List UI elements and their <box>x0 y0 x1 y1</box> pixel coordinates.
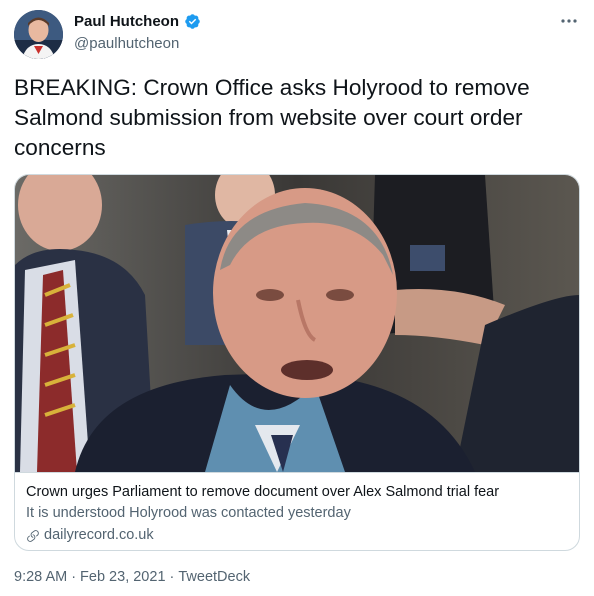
more-options-button[interactable] <box>558 10 580 32</box>
link-card[interactable]: Crown urges Parliament to remove documen… <box>14 174 580 551</box>
card-domain-row: dailyrecord.co.uk <box>26 526 566 545</box>
card-image[interactable] <box>15 175 579 473</box>
tweet: Paul Hutcheon @paulhutcheon BREAKING: Cr… <box>0 0 594 596</box>
separator: · <box>169 569 175 585</box>
news-photo <box>15 175 579 472</box>
tweet-date[interactable]: Feb 23, 2021 <box>80 569 165 585</box>
author-name-row[interactable]: Paul Hutcheon <box>74 13 201 30</box>
card-title[interactable]: Crown urges Parliament to remove documen… <box>26 483 566 502</box>
card-domain[interactable]: dailyrecord.co.uk <box>44 526 154 545</box>
tweet-text: BREAKING: Crown Office asks Holyrood to … <box>14 75 530 160</box>
avatar-image <box>14 10 63 59</box>
link-icon <box>27 529 39 542</box>
more-horizontal-icon <box>561 19 577 23</box>
author-handle[interactable]: @paulhutcheon <box>74 35 179 52</box>
tweet-source[interactable]: TweetDeck <box>178 569 250 585</box>
verified-badge-icon <box>185 14 200 29</box>
tweet-timestamp-row: 9:28 AM · Feb 23, 2021 · TweetDeck <box>14 569 250 585</box>
avatar[interactable] <box>14 10 63 59</box>
card-description: It is understood Holyrood was contacted … <box>26 505 351 521</box>
author-name[interactable]: Paul Hutcheon <box>74 13 179 30</box>
separator: · <box>71 569 77 585</box>
tweet-time[interactable]: 9:28 AM <box>14 569 67 585</box>
card-meta: Crown urges Parliament to remove documen… <box>26 483 566 545</box>
